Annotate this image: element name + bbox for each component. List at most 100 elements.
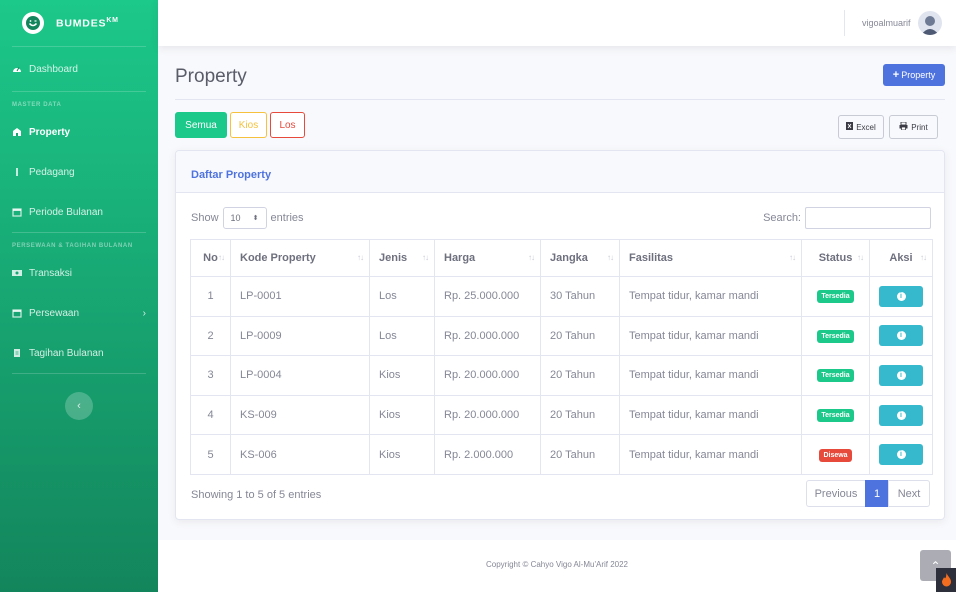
cell-harga: Rp. 20.000.000: [434, 355, 541, 396]
header-label: Aksi: [889, 252, 913, 264]
building-icon: [12, 127, 22, 137]
column-header-no[interactable]: No ↑↓: [190, 239, 231, 277]
column-header-harga[interactable]: Harga ↑↓: [434, 239, 541, 277]
print-button[interactable]: Print: [889, 115, 938, 139]
cell-status: Tersedia: [801, 355, 870, 396]
calendar-icon: [12, 207, 22, 217]
sort-icon: ↑↓: [422, 253, 429, 262]
cell-jangka: 20 Tahun: [540, 315, 620, 357]
export-excel-button[interactable]: Excel: [838, 115, 884, 139]
cell-kode: KS-009: [230, 394, 370, 436]
detail-button[interactable]: i: [879, 325, 923, 347]
info-icon: i: [896, 331, 906, 341]
sidebar-item-periode[interactable]: Periode Bulanan: [0, 192, 158, 232]
property-table: No ↑↓ Kode Property ↑↓ Jenis ↑↓ Harga ↑↓ Jan…: [190, 239, 933, 475]
sidebar-item-persewaan[interactable]: Persewaan ›: [0, 293, 158, 333]
calendar-icon: [12, 308, 22, 318]
cell-harga: Rp. 2.000.000: [434, 434, 541, 475]
detail-button[interactable]: i: [879, 444, 923, 466]
brand-name: BUMDESKM: [56, 16, 119, 30]
search-label: Search:: [763, 212, 801, 224]
column-header-kode[interactable]: Kode Property ↑↓: [230, 239, 370, 277]
next-page-button[interactable]: Next: [888, 480, 930, 507]
table-row: 2 LP-0009 Los Rp. 20.000.000 20 Tahun Te…: [190, 315, 933, 357]
flame-icon[interactable]: [936, 568, 956, 592]
money-icon: [12, 268, 22, 278]
table-info: Showing 1 to 5 of 5 entries: [191, 489, 322, 501]
file-invoice-icon: [12, 348, 22, 358]
column-header-status[interactable]: Status ↑↓: [801, 239, 870, 277]
cell-harga: Rp. 20.000.000: [434, 394, 541, 436]
detail-button[interactable]: i: [879, 285, 923, 307]
cell-kode: LP-0001: [230, 276, 370, 317]
table-row: 3 LP-0004 Kios Rp. 20.000.000 20 Tahun T…: [190, 355, 933, 396]
cell-aksi: i: [869, 394, 933, 436]
column-header-fasilitas[interactable]: Fasilitas ↑↓: [619, 239, 802, 277]
print-icon: [899, 121, 908, 132]
sort-icon: ↑↓: [357, 253, 364, 262]
table-header-row: No ↑↓ Kode Property ↑↓ Jenis ↑↓ Harga ↑↓ Jan…: [190, 239, 933, 277]
status-badge: Tersedia: [817, 329, 854, 343]
footer: Copyright © Cahyo Vigo Al-Mu'Arif 2022: [158, 540, 956, 592]
column-header-jenis[interactable]: Jenis ↑↓: [369, 239, 435, 277]
previous-page-button[interactable]: Previous: [806, 480, 866, 507]
sidebar: BUMDESKM Dashboard MASTER DATA Property …: [0, 0, 158, 592]
detail-button[interactable]: i: [879, 364, 923, 386]
status-badge: Disewa: [819, 448, 852, 462]
sidebar-divider: [12, 373, 146, 374]
chevron-left-icon: ‹: [77, 400, 81, 412]
cell-no: 3: [190, 355, 231, 396]
avatar[interactable]: [918, 11, 942, 35]
topbar: vigoalmuarif: [158, 0, 956, 46]
cell-jenis: Kios: [369, 394, 435, 436]
cell-jenis: Kios: [369, 434, 435, 475]
topbar-divider: [844, 10, 845, 36]
chevron-right-icon: ›: [142, 307, 146, 319]
cell-status: Tersedia: [801, 394, 870, 436]
sidebar-item-property[interactable]: Property: [0, 112, 158, 152]
entries-select[interactable]: 10 ⬍: [222, 207, 267, 229]
info-icon: i: [896, 370, 906, 380]
search-control: Search:: [763, 207, 931, 229]
column-header-jangka[interactable]: Jangka ↑↓: [540, 239, 620, 277]
filter-los-button[interactable]: Los: [270, 112, 305, 138]
sidebar-item-label: Dashboard: [29, 63, 78, 75]
status-badge: Tersedia: [817, 409, 854, 423]
sidebar-item-tagihan[interactable]: Tagihan Bulanan: [0, 333, 158, 373]
cell-status: Disewa: [801, 434, 870, 475]
cell-jenis: Los: [369, 276, 435, 317]
status-badge: Tersedia: [817, 369, 854, 383]
sidebar-item-dashboard[interactable]: Dashboard: [0, 47, 158, 91]
page-1-button[interactable]: 1: [865, 480, 889, 507]
detail-button[interactable]: i: [879, 404, 923, 426]
column-header-aksi[interactable]: Aksi ↑↓: [869, 239, 933, 277]
plus-icon: +: [892, 69, 900, 81]
cell-fasilitas: Tempat tidur, kamar mandi: [619, 276, 802, 317]
table-row: 1 LP-0001 Los Rp. 25.000.000 30 Tahun Te…: [190, 276, 933, 317]
sort-icon: ↑↓: [218, 253, 225, 262]
cell-jenis: Los: [369, 315, 435, 357]
sidebar-item-transaksi[interactable]: Transaksi: [0, 253, 158, 293]
header-label: Fasilitas: [629, 252, 674, 264]
add-property-button[interactable]: + Property: [883, 64, 945, 86]
export-excel-label: Excel: [856, 122, 876, 132]
cell-kode: LP-0009: [230, 315, 370, 357]
add-property-label: Property: [901, 70, 936, 80]
cell-kode: KS-006: [230, 434, 370, 475]
search-input[interactable]: [805, 207, 931, 229]
cell-aksi: i: [869, 315, 933, 357]
filter-kios-button[interactable]: Kios: [230, 112, 267, 138]
brand[interactable]: BUMDESKM: [0, 0, 158, 46]
cell-status: Tersedia: [801, 315, 870, 357]
copyright-text: Copyright © Cahyo Vigo Al-Mu'Arif 2022: [485, 560, 628, 569]
filter-semua-button[interactable]: Semua: [175, 112, 227, 138]
cell-no: 4: [190, 394, 231, 436]
sidebar-item-pedagang[interactable]: Pedagang: [0, 152, 158, 192]
print-label: Print: [911, 122, 928, 132]
sort-icon: ↑↓: [789, 253, 796, 262]
page-title: Property: [175, 66, 247, 87]
sidebar-toggle-button[interactable]: ‹: [65, 392, 93, 420]
show-label: Show: [191, 212, 219, 224]
user-name[interactable]: vigoalmuarif: [862, 18, 911, 28]
info-icon: i: [896, 291, 906, 301]
